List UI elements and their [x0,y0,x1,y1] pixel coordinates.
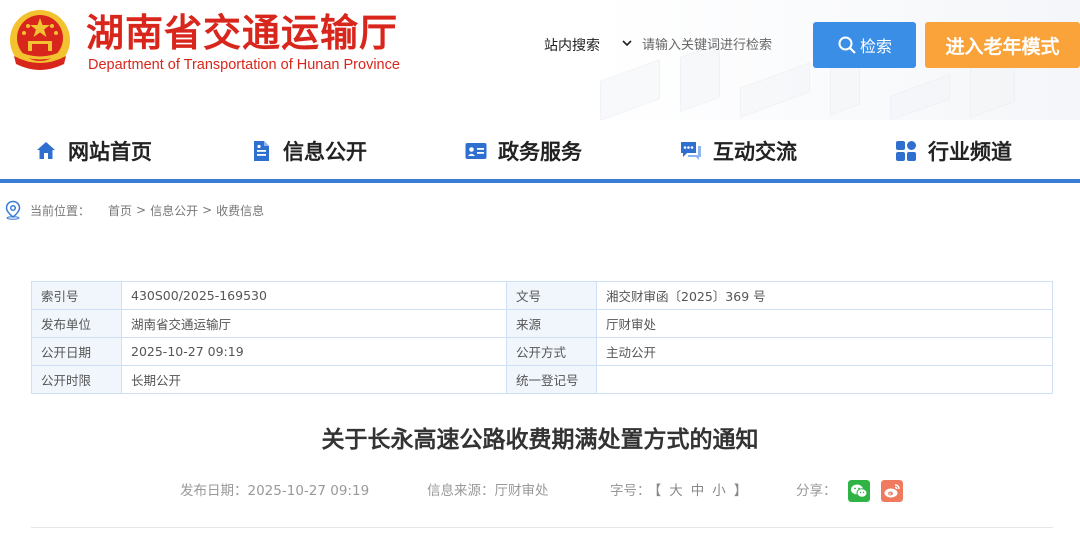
meta-value: 厅财审处 [596,309,1053,338]
font-size-bracket-open: 【 [654,483,662,499]
wechat-icon[interactable] [848,480,870,502]
info-source-label: 信息来源： [427,483,495,499]
nav-item-interaction[interactable]: 互动交流 [679,136,797,166]
grid-icon [896,141,916,161]
info-source-value: 厅财审处 [494,483,549,499]
nav-item-info-disclosure[interactable]: 信息公开 [249,136,367,166]
publish-date-label: 发布日期： [180,483,248,499]
meta-key: 来源 [506,309,597,338]
table-row: 发布单位 湖南省交通运输厅 来源 厅财审处 [31,309,1053,338]
search-icon [838,36,856,54]
chevron-down-icon[interactable] [621,37,633,49]
chat-icon [681,142,701,160]
nav-item-label: 行业频道 [928,140,1012,164]
meta-value: 湖南省交通运输厅 [121,309,507,338]
home-icon [37,142,55,159]
meta-key: 文号 [506,281,597,310]
meta-key: 公开时限 [31,365,122,394]
font-size-large-button[interactable]: 大 [669,483,683,499]
breadcrumb-home-link[interactable]: 首页 [108,202,132,219]
meta-value: 湘交财审函〔2025〕369 号 [596,281,1053,310]
info-source: 信息来源：厅财审处 [427,480,549,502]
breadcrumb-fees-link[interactable]: 收费信息 [216,202,264,219]
breadcrumb-separator: > [202,203,213,217]
meta-value: 430S00/2025-169530 [121,281,507,310]
meta-value: 主动公开 [596,337,1053,366]
font-size-label: 字号： [610,483,651,499]
elder-mode-button[interactable]: 进入老年模式 [925,22,1080,68]
share-label: 分享： [796,483,837,499]
article-title: 关于长永高速公路收费期满处置方式的通知 [321,427,759,453]
breadcrumb: 当前位置： 首页 > 信息公开 > 收费信息 [4,199,264,221]
nav-item-gov-services[interactable]: 政务服务 [464,136,582,166]
table-row: 公开时限 长期公开 统一登记号 [31,365,1053,394]
site-title: 湖南省交通运输厅 [86,11,399,55]
nav-item-label: 互动交流 [713,140,797,164]
document-meta-table: 索引号 430S00/2025-169530 文号 湘交财审函〔2025〕369… [31,281,1053,394]
nav-item-industry[interactable]: 行业频道 [894,136,1012,166]
breadcrumb-info-link[interactable]: 信息公开 [150,202,198,219]
site-subtitle: Department of Transportation of Hunan Pr… [88,57,400,73]
location-pin-icon [5,200,21,220]
nav-item-home[interactable]: 网站首页 [34,136,152,166]
table-row: 索引号 430S00/2025-169530 文号 湘交财审函〔2025〕369… [31,281,1053,310]
search-scope-select[interactable]: 站内搜索 [544,35,600,55]
font-size-control: 字号：【大中小】 [610,480,751,502]
meta-key: 索引号 [31,281,122,310]
id-card-icon [465,143,487,159]
font-size-small-button[interactable]: 小 [712,483,726,499]
nav-item-label: 政务服务 [498,140,582,164]
font-size-bracket-close: 】 [733,483,748,499]
site-header: 湖南省交通运输厅 Department of Transportation of… [0,0,1080,120]
table-row: 公开日期 2025-10-27 09:19 公开方式 主动公开 [31,337,1053,366]
meta-key: 公开方式 [506,337,597,366]
search-input[interactable] [642,33,802,57]
weibo-icon[interactable] [881,480,903,502]
document-icon [254,141,269,161]
nav-divider [0,179,1080,183]
publish-date: 发布日期：2025-10-27 09:19 [180,480,369,502]
font-size-medium-button[interactable]: 中 [691,483,705,499]
nav-item-label: 网站首页 [68,140,152,164]
meta-key: 统一登记号 [506,365,597,394]
breadcrumb-prefix: 当前位置： [30,203,91,218]
search-button-label: 检索 [859,37,892,56]
article-divider [31,527,1053,528]
meta-value: 2025-10-27 09:19 [121,337,507,366]
breadcrumb-separator: > [136,203,147,217]
meta-value: 长期公开 [121,365,507,394]
nav-item-label: 信息公开 [283,140,367,164]
publish-date-value: 2025-10-27 09:19 [247,483,370,499]
search-button[interactable]: 检索 [813,22,916,68]
meta-key: 公开日期 [31,337,122,366]
main-nav: 网站首页 信息公开 政务服务 互动交流 行业频道 [0,120,1080,180]
meta-key: 发布单位 [31,309,122,338]
meta-value [596,365,1053,394]
national-emblem-icon [10,10,70,70]
